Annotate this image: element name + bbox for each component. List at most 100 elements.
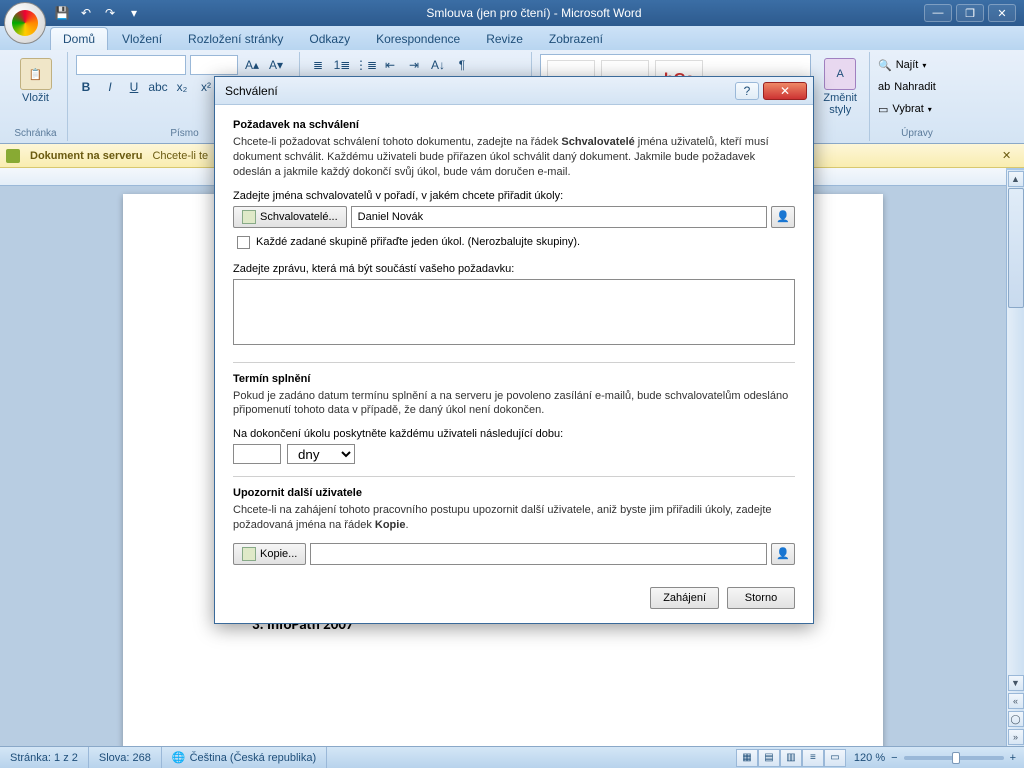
replace-button[interactable]: Nahradit — [894, 81, 936, 93]
find-icon: 🔍 — [878, 59, 892, 72]
zoom-value[interactable]: 120 % — [854, 752, 885, 764]
zoom-slider[interactable] — [904, 756, 1004, 760]
group-single-task-checkbox[interactable] — [237, 236, 250, 249]
minimize-button[interactable]: — — [924, 4, 952, 22]
redo-icon[interactable]: ↷ — [100, 3, 120, 23]
draft-view-button[interactable]: ▭ — [824, 749, 846, 767]
tab-layout[interactable]: Rozložení stránky — [176, 28, 295, 50]
browse-object-icon[interactable]: ◯ — [1008, 711, 1024, 727]
print-layout-view-button[interactable]: ▦ — [736, 749, 758, 767]
numbering-button[interactable]: 1≣ — [332, 55, 352, 75]
change-styles-button[interactable]: A Změnit styly — [817, 54, 863, 120]
indent-button[interactable]: ⇥ — [404, 55, 424, 75]
change-styles-label: Změnit styly — [823, 92, 857, 116]
scroll-thumb[interactable] — [1008, 188, 1024, 308]
bullets-button[interactable]: ≣ — [308, 55, 328, 75]
dialog-close-button[interactable]: ✕ — [763, 82, 807, 100]
change-styles-icon: A — [824, 58, 856, 90]
zoom-out-button[interactable]: − — [891, 752, 897, 764]
qat-more-icon[interactable]: ▾ — [124, 3, 144, 23]
font-size-select[interactable] — [190, 55, 238, 75]
strike-button[interactable]: abc — [148, 77, 168, 97]
msgbar-close-icon[interactable]: ✕ — [1002, 149, 1018, 162]
approvers-label: Zadejte jména schvalovatelů v pořadí, v … — [233, 190, 795, 202]
subscript-button[interactable]: x₂ — [172, 77, 192, 97]
group-single-task-label: Každé zadané skupině přiřaďte jeden úkol… — [256, 236, 580, 248]
maximize-button[interactable]: ❐ — [956, 4, 984, 22]
cancel-button[interactable]: Storno — [727, 587, 795, 609]
paste-label: Vložit — [22, 92, 49, 104]
multilevel-button[interactable]: ⋮≣ — [356, 55, 376, 75]
superscript-button[interactable]: x² — [196, 77, 216, 97]
fullscreen-reading-view-button[interactable]: ▤ — [758, 749, 780, 767]
section-due-heading: Termín splnění — [233, 373, 795, 385]
outline-view-button[interactable]: ≡ — [802, 749, 824, 767]
dialog-titlebar[interactable]: Schválení ? ✕ — [215, 77, 813, 105]
status-language[interactable]: 🌐 Čeština (Česká republika) — [162, 747, 327, 768]
sort-button[interactable]: A↓ — [428, 55, 448, 75]
cc-input[interactable] — [310, 543, 767, 565]
window-title: Smlouva (jen pro čtení) - Microsoft Word — [144, 6, 924, 20]
server-doc-label: Dokument na serveru — [30, 150, 142, 162]
title-bar: 💾 ↶ ↷ ▾ Smlouva (jen pro čtení) - Micros… — [0, 0, 1024, 26]
show-marks-button[interactable]: ¶ — [452, 55, 472, 75]
office-logo-icon — [12, 10, 38, 36]
tab-home[interactable]: Domů — [50, 27, 108, 50]
grow-font-icon[interactable]: A▴ — [242, 55, 262, 75]
paste-button[interactable]: 📋 Vložit — [10, 54, 61, 108]
save-icon[interactable]: 💾 — [52, 3, 72, 23]
dialog-title: Schválení — [225, 84, 278, 98]
web-layout-view-button[interactable]: ▥ — [780, 749, 802, 767]
approvers-input[interactable] — [351, 206, 767, 228]
underline-button[interactable]: U — [124, 77, 144, 97]
section-cc-heading: Upozornit další uživatele — [233, 487, 795, 499]
status-page[interactable]: Stránka: 1 z 2 — [0, 747, 89, 768]
select-button[interactable]: Vybrat — [892, 103, 923, 115]
shrink-font-icon[interactable]: A▾ — [266, 55, 286, 75]
tab-review[interactable]: Revize — [474, 28, 535, 50]
font-family-select[interactable] — [76, 55, 186, 75]
cc-picker-button[interactable]: Kopie... — [233, 543, 306, 565]
prev-page-icon[interactable]: « — [1008, 693, 1024, 709]
server-doc-icon — [6, 149, 20, 163]
ribbon-tabs: Domů Vložení Rozložení stránky Odkazy Ko… — [0, 26, 1024, 50]
approval-dialog: Schválení ? ✕ Požadavek na schválení Chc… — [214, 76, 814, 624]
scroll-down-icon[interactable]: ▼ — [1008, 675, 1024, 691]
office-button[interactable] — [4, 2, 46, 44]
scroll-track[interactable] — [1008, 188, 1024, 674]
status-words[interactable]: Slova: 268 — [89, 747, 162, 768]
zoom-in-button[interactable]: + — [1010, 752, 1016, 764]
outdent-button[interactable]: ⇤ — [380, 55, 400, 75]
bold-button[interactable]: B — [76, 77, 96, 97]
section-approval-text: Chcete-li požadovat schválení tohoto dok… — [233, 135, 795, 180]
tab-mailings[interactable]: Korespondence — [364, 28, 472, 50]
section-cc-text: Chcete-li na zahájení tohoto pracovního … — [233, 503, 795, 533]
duration-unit-select[interactable]: dny — [287, 444, 355, 464]
view-buttons: ▦ ▤ ▥ ≡ ▭ — [736, 749, 846, 767]
tab-references[interactable]: Odkazy — [297, 28, 362, 50]
divider — [233, 362, 795, 363]
clipboard-group-label: Schránka — [4, 128, 67, 139]
start-button[interactable]: Zahájení — [650, 587, 719, 609]
scroll-up-icon[interactable]: ▲ — [1008, 171, 1024, 187]
tab-view[interactable]: Zobrazení — [537, 28, 615, 50]
dialog-help-button[interactable]: ? — [735, 82, 759, 100]
zoom-slider-knob[interactable] — [952, 752, 960, 764]
approvers-picker-button[interactable]: Schvalovatelé... — [233, 206, 347, 228]
check-names-button[interactable]: 👤 — [771, 543, 795, 565]
italic-button[interactable]: I — [100, 77, 120, 97]
next-page-icon[interactable]: » — [1008, 729, 1024, 745]
duration-label: Na dokončení úkolu poskytněte každému už… — [233, 428, 795, 440]
undo-icon[interactable]: ↶ — [76, 3, 96, 23]
replace-icon: ab — [878, 81, 890, 93]
check-names-button[interactable]: 👤 — [771, 206, 795, 228]
tab-insert[interactable]: Vložení — [110, 28, 174, 50]
request-message-textarea[interactable] — [233, 279, 795, 345]
section-due-text: Pokud je zadáno datum termínu splnění a … — [233, 389, 795, 419]
select-icon: ▭ — [878, 103, 888, 116]
duration-value-input[interactable] — [233, 444, 281, 464]
close-window-button[interactable]: ✕ — [988, 4, 1016, 22]
dialog-body: Požadavek na schválení Chcete-li požadov… — [215, 105, 813, 623]
vertical-scrollbar[interactable]: ▲ ▼ « ◯ » — [1006, 170, 1024, 746]
find-button[interactable]: Najít — [896, 59, 919, 71]
